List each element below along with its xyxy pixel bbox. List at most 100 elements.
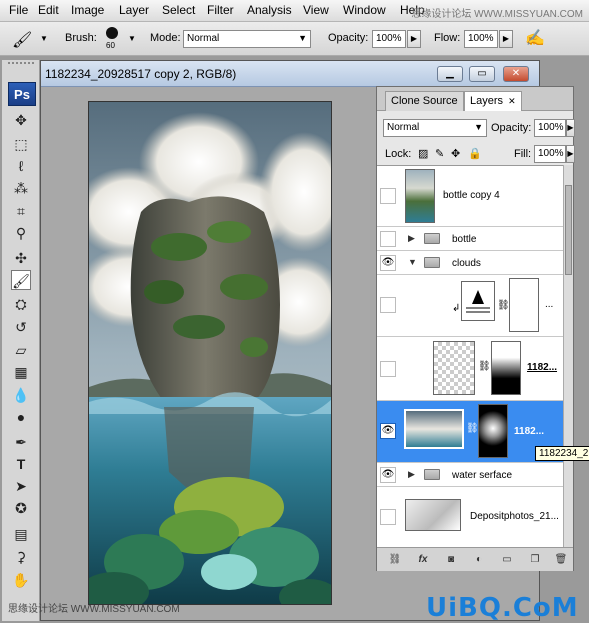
adjustment-layer-icon[interactable]: ◐	[471, 552, 487, 567]
menu-file[interactable]: File	[9, 3, 28, 17]
menu-window[interactable]: Window	[343, 3, 386, 17]
mask-thumbnail	[478, 404, 508, 458]
chain-link-icon[interactable]: ⛓	[497, 300, 510, 311]
layer-row[interactable]: ↲ ⛓ ...	[377, 275, 563, 337]
trash-icon[interactable]: 🗑	[553, 552, 569, 567]
visibility-toggle[interactable]: 👁	[380, 467, 396, 483]
flow-input[interactable]: 100%	[464, 30, 498, 48]
document-titlebar[interactable]: 1182234_20928517 copy 2, RGB/8) ▁ ▭ ✕	[41, 61, 539, 87]
visibility-toggle[interactable]	[380, 231, 396, 247]
notes-icon[interactable]: ▤	[11, 524, 31, 544]
scrollbar-thumb[interactable]	[565, 185, 572, 275]
menu-filter[interactable]: Filter	[207, 3, 234, 17]
layer-opacity-input[interactable]: 100%	[534, 119, 566, 137]
layer-opacity-slider-button[interactable]: ▶	[566, 119, 575, 137]
airbrush-icon[interactable]: ✍	[525, 28, 545, 48]
expand-arrow-icon[interactable]: ▶	[408, 233, 415, 244]
hand-icon[interactable]: ✋	[11, 570, 31, 590]
menu-edit[interactable]: Edit	[38, 3, 59, 17]
link-layers-icon[interactable]: ⛓	[387, 552, 403, 567]
visibility-toggle[interactable]	[380, 297, 396, 313]
blend-mode-select[interactable]: Normal ▼	[383, 119, 487, 137]
flow-label: Flow:	[434, 32, 461, 44]
visibility-toggle[interactable]	[380, 361, 396, 377]
brush-preview-icon[interactable]	[106, 27, 118, 39]
marquee-icon[interactable]: ⬚	[11, 134, 31, 154]
fill-input[interactable]: 100%	[534, 145, 566, 163]
healing-icon[interactable]: ✣	[11, 248, 31, 268]
layer-name: ...	[545, 299, 554, 310]
visibility-toggle[interactable]	[380, 188, 396, 204]
dodge-icon[interactable]: ●	[11, 407, 31, 427]
new-group-icon[interactable]: ▭	[499, 552, 515, 567]
blur-icon[interactable]: 💧	[11, 385, 31, 405]
layer-style-icon[interactable]: fx	[415, 552, 431, 567]
collapse-arrow-icon[interactable]: ▼	[408, 257, 417, 267]
lock-transparency-icon[interactable]: ▨	[418, 147, 428, 160]
opacity-label: Opacity:	[491, 122, 532, 134]
eyedropper2-icon[interactable]: ⚳	[11, 547, 31, 567]
blend-row: Normal ▼ Opacity: 100% ▶	[377, 117, 575, 139]
path-select-icon[interactable]: ➤	[11, 476, 31, 496]
add-mask-icon[interactable]: ◙	[443, 552, 459, 567]
pen-icon[interactable]: ✒	[11, 432, 31, 452]
lock-position-icon[interactable]: ✥	[451, 147, 460, 160]
menu-select[interactable]: Select	[162, 3, 195, 17]
visibility-toggle[interactable]: 👁	[380, 255, 396, 271]
shape-icon[interactable]: ✪	[11, 498, 31, 518]
eraser-icon[interactable]: ▱	[11, 340, 31, 360]
brush-icon[interactable]: 🖌	[11, 270, 31, 290]
lasso-icon[interactable]: ℓ	[11, 156, 31, 176]
brush-label: Brush:	[65, 32, 97, 44]
type-icon[interactable]: T	[11, 454, 31, 474]
layer-row[interactable]: ⛓ 1182...	[377, 337, 563, 401]
minimize-button[interactable]: ▁	[437, 66, 463, 82]
chevron-down-icon[interactable]: ▼	[40, 34, 48, 43]
quick-select-icon[interactable]: ⁂	[11, 178, 31, 198]
tab-layers[interactable]: Layers ✕	[464, 91, 522, 111]
chain-link-icon[interactable]: ⛓	[478, 361, 491, 372]
move-icon[interactable]: ✥	[11, 110, 31, 130]
layer-row[interactable]: bottle copy 4	[377, 166, 563, 227]
menu-view[interactable]: View	[303, 3, 329, 17]
opacity-input[interactable]: 100%	[372, 30, 406, 48]
close-icon[interactable]: ✕	[508, 96, 516, 106]
canvas[interactable]	[88, 101, 332, 605]
mode-select[interactable]: Normal ▼	[183, 30, 311, 48]
brush-tool-icon[interactable]: 🖌	[12, 30, 32, 50]
lock-pixels-icon[interactable]: ✎	[435, 147, 444, 160]
layer-name: Depositphotos_21...	[470, 511, 559, 522]
layer-name: water serface	[452, 470, 513, 481]
flow-slider-button[interactable]: ▶	[499, 30, 513, 48]
layer-row[interactable]: Depositphotos_21...	[377, 487, 563, 548]
fill-slider-button[interactable]: ▶	[566, 145, 575, 163]
chevron-down-icon: ▼	[474, 122, 483, 132]
visibility-toggle[interactable]: 👁	[380, 423, 396, 439]
layer-thumbnail	[405, 169, 435, 223]
gradient-icon[interactable]: ▦	[11, 362, 31, 382]
layers-scrollbar[interactable]	[563, 165, 573, 547]
ps-logo: Ps	[8, 82, 36, 106]
toolbox-grip[interactable]	[8, 62, 34, 68]
crop-icon[interactable]: ⌗	[11, 201, 31, 221]
chain-link-icon[interactable]: ⛓	[466, 423, 479, 434]
menu-image[interactable]: Image	[71, 3, 104, 17]
clone-stamp-icon[interactable]: ⛭	[11, 294, 31, 314]
expand-arrow-icon[interactable]: ▶	[408, 469, 415, 480]
tab-clone-source[interactable]: Clone Source	[385, 91, 464, 111]
layer-row[interactable]: ▶ bottle	[377, 227, 563, 251]
panel-tabs: Clone Source Layers ✕	[377, 87, 573, 111]
close-button[interactable]: ✕	[503, 66, 529, 82]
eyedropper-icon[interactable]: ⚲	[11, 223, 31, 243]
menu-layer[interactable]: Layer	[119, 3, 149, 17]
menu-analysis[interactable]: Analysis	[247, 3, 292, 17]
opacity-slider-button[interactable]: ▶	[407, 30, 421, 48]
layer-row[interactable]: 👁 ▼ clouds	[377, 251, 563, 275]
history-brush-icon[interactable]: ↺	[11, 317, 31, 337]
lock-all-icon[interactable]: 🔒	[468, 147, 482, 160]
brush-picker-arrow-icon[interactable]: ▼	[128, 34, 136, 43]
maximize-button[interactable]: ▭	[469, 66, 495, 82]
layer-row[interactable]: 👁 ▶ water serface	[377, 463, 563, 487]
visibility-toggle[interactable]	[380, 509, 396, 525]
new-layer-icon[interactable]: ❐	[527, 552, 543, 567]
